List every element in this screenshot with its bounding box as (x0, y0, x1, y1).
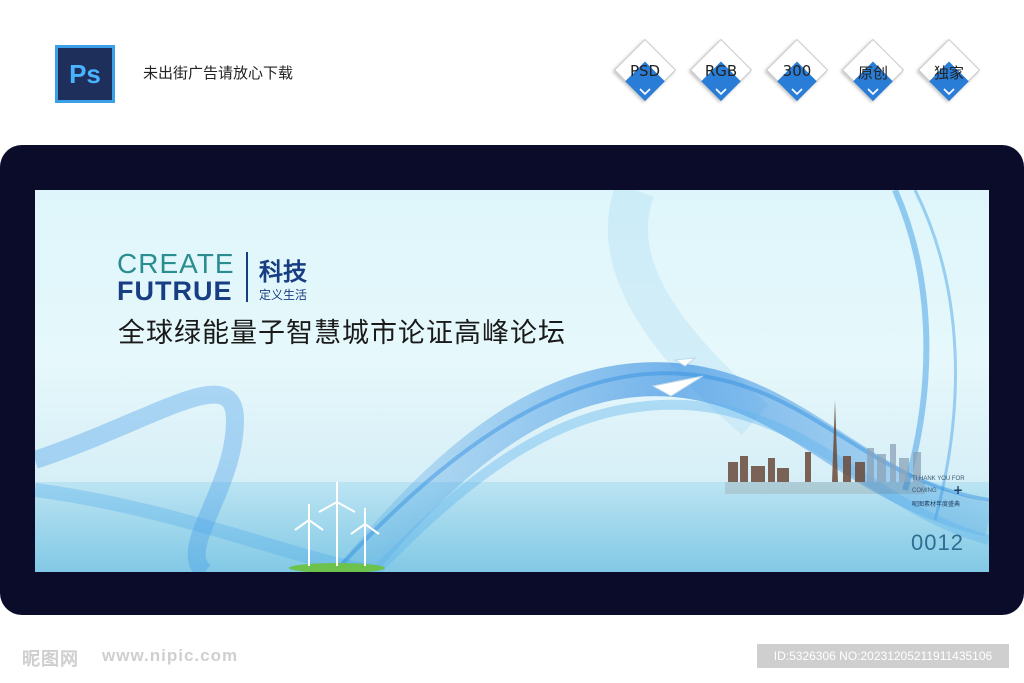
badge-rgb: RGB (688, 38, 754, 110)
plus-icon: + (953, 483, 964, 497)
chevron-down-icon (715, 88, 727, 96)
event-number: 0012 (911, 530, 964, 555)
badge-label: RGB (704, 62, 738, 80)
title-divider (246, 252, 248, 302)
thank-text: TI HANK YOU FOR (912, 476, 965, 482)
chevron-down-icon (639, 88, 651, 96)
badge-label: PSD (629, 62, 661, 80)
badge-label: 独家 (933, 64, 964, 82)
badge-label: 300 (782, 62, 812, 80)
ps-logo-text: Ps (69, 58, 101, 89)
chevron-down-icon (791, 88, 803, 96)
badge-300: 300 (764, 38, 830, 110)
futrue-text: FUTRUE (117, 276, 233, 306)
keji-text: 科技 (259, 258, 307, 286)
banner-artwork: CREATE FUTRUE 科技 定义生活 全球绿能量子智慧城市论证高峰论坛 T… (35, 190, 989, 572)
coming-text: COMING (912, 488, 937, 494)
badge-exclusive: 独家 (916, 38, 982, 110)
chevron-down-icon (943, 88, 955, 96)
event-caption: 昵图素材年度盛典 (912, 501, 961, 508)
badge-label: 原创 (857, 64, 888, 82)
image-id-badge: ID:5326306 NO:20231205211911435106 (757, 644, 1009, 668)
subtitle-text: 定义生活 (259, 288, 308, 302)
download-note: 未出街广告请放心下载 (143, 64, 294, 82)
page: Ps 未出街广告请放心下载 PSD RGB 300 原创 独家 CREATE F… (0, 0, 1024, 683)
photoshop-icon: Ps (55, 45, 115, 103)
main-title: 全球绿能量子智慧城市论证高峰论坛 (118, 318, 566, 349)
chevron-down-icon (867, 88, 879, 96)
badge-psd: PSD (612, 38, 678, 110)
nipic-logo: 昵图网 (22, 649, 79, 670)
nipic-url: www.nipic.com (102, 646, 239, 665)
badge-original: 原创 (840, 38, 906, 110)
format-badges: PSD RGB 300 原创 独家 (612, 38, 1002, 112)
